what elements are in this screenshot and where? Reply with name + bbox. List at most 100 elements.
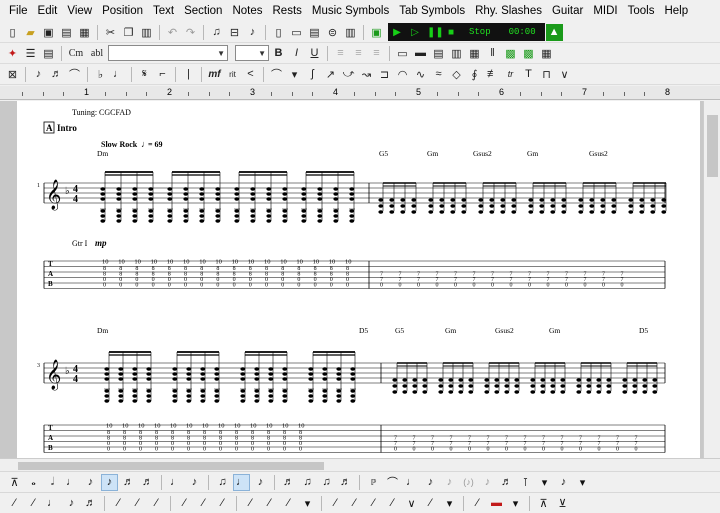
font-family-select[interactable]: ▼ — [108, 45, 228, 61]
slash-ghost-icon[interactable]: ⁄ — [346, 495, 363, 512]
double-beam-icon[interactable]: ♬ — [337, 474, 354, 491]
save-icon[interactable]: ▣ — [40, 24, 57, 41]
layout-icon[interactable]: ▤ — [430, 45, 447, 62]
underline-button[interactable]: U — [306, 45, 323, 62]
dotted-slash-eighth-icon[interactable]: ⁄ — [129, 495, 146, 512]
copy-icon[interactable]: ❐ — [120, 24, 137, 41]
pickup-icon[interactable]: ℙ — [365, 474, 382, 491]
chord-name-button[interactable]: Cm — [66, 45, 86, 62]
score-workspace[interactable]: Tuning: CGCFAD A Intro Slow Rock ♩ = 69 … — [0, 101, 703, 458]
multitrack-icon[interactable]: ▣ — [368, 24, 385, 41]
accidental-icon[interactable]: ♭ — [92, 66, 109, 83]
menu-tools[interactable]: Tools — [623, 0, 660, 22]
slash-beam-down-icon[interactable]: ⁄ — [261, 495, 278, 512]
mixer-icon[interactable]: ▩ — [520, 45, 537, 62]
page-layout-icon[interactable]: ▥ — [448, 45, 465, 62]
slash-mute-icon[interactable]: ∕ — [384, 495, 401, 512]
slash-chord-icon[interactable]: ⁄ — [365, 495, 382, 512]
slash-eighth-icon[interactable]: ♪ — [63, 495, 80, 512]
rhythm-down-icon[interactable]: ⁄ — [195, 495, 212, 512]
wide-vibrato-icon[interactable]: ≈ — [430, 66, 447, 83]
staccato-icon[interactable]: ▾ — [286, 66, 303, 83]
lyric-text-button[interactable]: abl — [87, 45, 107, 62]
hammer-on-icon[interactable]: ⤻ — [340, 66, 357, 83]
menu-rests[interactable]: Rests — [268, 0, 307, 22]
pick-stroke-icon[interactable]: ∮ — [466, 66, 483, 83]
cut-icon[interactable]: ✂ — [102, 24, 119, 41]
rest-toggle-icon[interactable]: ⊼ — [6, 474, 23, 491]
dotted-quarter-icon[interactable]: ♩ — [167, 474, 184, 491]
grace-slash-icon[interactable]: ♪ — [479, 474, 496, 491]
dotted-eighth-icon[interactable]: ♪ — [186, 474, 203, 491]
list-icon[interactable]: ☰ — [22, 45, 39, 62]
chord-icon[interactable]: ♬ — [498, 474, 515, 491]
voice-down-icon[interactable]: ⊻ — [554, 495, 571, 512]
insert-system-icon[interactable]: ▬ — [412, 45, 429, 62]
chord-diagram-icon[interactable]: ▦ — [538, 45, 555, 62]
print-icon[interactable]: ▦ — [76, 24, 93, 41]
guitar-icon[interactable]: ♪ — [244, 24, 261, 41]
insert-staff-icon[interactable]: ▭ — [394, 45, 411, 62]
voice-up-icon[interactable]: ⊼ — [535, 495, 552, 512]
rhythm-up-icon[interactable]: ⁄ — [176, 495, 193, 512]
tremolo-icon[interactable]: ≢ — [484, 66, 501, 83]
new-file-icon[interactable]: ▯ — [4, 24, 21, 41]
stop-icon[interactable]: ■ — [445, 27, 457, 38]
slash-beam-icon[interactable]: ⁄ — [242, 495, 259, 512]
segno-icon[interactable]: 𝄋 — [136, 66, 153, 83]
slash-cue-icon[interactable]: ⁄ — [327, 495, 344, 512]
slash-chord-icon[interactable]: ♬ — [280, 474, 297, 491]
bold-button[interactable]: B — [270, 45, 287, 62]
score-notation[interactable]: Tuning: CGCFAD A Intro Slow Rock ♩ = 69 … — [17, 101, 700, 458]
eighth-note-selected-icon[interactable]: ♪ — [101, 473, 118, 491]
midi-keyboard-icon[interactable]: ▥ — [342, 24, 359, 41]
barline-single-icon[interactable]: | — [180, 66, 197, 83]
cue-note-icon[interactable]: ⌒ — [384, 474, 401, 491]
vibrato-icon[interactable]: ∿ — [412, 66, 429, 83]
menu-help[interactable]: Help — [659, 0, 693, 22]
fermata-icon[interactable]: ⌒ — [268, 66, 285, 83]
slash-flag2-icon[interactable]: ⁄ — [469, 495, 486, 512]
rhythm-rest-icon[interactable]: ⁄ — [214, 495, 231, 512]
eighth-note-icon[interactable]: ♪ — [82, 474, 99, 491]
loop-icon[interactable]: ▲ — [545, 23, 563, 41]
ruler[interactable]: 1 2 3 4 5 6 7 8 — [0, 86, 720, 100]
menu-section[interactable]: Section — [179, 0, 227, 22]
play-from-start-icon[interactable]: ▷ — [409, 27, 421, 38]
flag-icon[interactable]: ♪ — [555, 474, 572, 491]
single-note-icon[interactable]: ♪ — [422, 474, 439, 491]
harmonic-icon[interactable]: ◇ — [448, 66, 465, 83]
vertical-scrollbar[interactable] — [703, 101, 720, 458]
menu-view[interactable]: View — [62, 0, 97, 22]
document-icon[interactable]: ▤ — [40, 45, 57, 62]
tuplet-icon[interactable]: ♫ — [299, 474, 316, 491]
horizontal-scroll-thumb[interactable] — [18, 462, 324, 470]
align-left-icon[interactable]: ≡ — [332, 45, 349, 62]
undo-icon[interactable]: ↶ — [164, 24, 181, 41]
drum-icon[interactable]: ⊜ — [324, 24, 341, 41]
menu-rhy-slashes[interactable]: Rhy. Slashes — [470, 0, 547, 22]
italic-button[interactable]: I — [288, 45, 305, 62]
menu-notes[interactable]: Notes — [227, 0, 267, 22]
barline-icon[interactable]: ‖ — [484, 45, 501, 62]
accent-icon[interactable]: ʃ — [304, 66, 321, 83]
dotted-note-icon[interactable]: ♩ — [110, 66, 127, 83]
score-page[interactable]: Tuning: CGCFAD A Intro Slow Rock ♩ = 69 … — [17, 101, 700, 458]
pull-off-icon[interactable]: ◠ — [394, 66, 411, 83]
quarter-rest-icon[interactable]: ♩ — [403, 474, 420, 491]
slash-triplet-icon[interactable]: ⁄ — [280, 495, 297, 512]
menu-music-symbols[interactable]: Music Symbols — [307, 0, 394, 22]
menu-position[interactable]: Position — [97, 0, 148, 22]
slash-quarter-icon[interactable]: ♩ — [44, 495, 61, 512]
slash-whole-icon[interactable]: ⁄ — [6, 495, 23, 512]
quarter-note-icon[interactable]: ♩ — [63, 474, 80, 491]
fill-color-icon[interactable]: ▬ — [488, 495, 505, 512]
vertical-scroll-thumb[interactable] — [707, 115, 718, 177]
whole-note-icon[interactable]: 𝅝 — [25, 474, 42, 491]
slash-sixteenth-icon[interactable]: ♬ — [82, 495, 99, 512]
open-folder-icon[interactable]: ▰ — [22, 24, 39, 41]
slash-flag-icon[interactable]: ▾ — [441, 495, 458, 512]
menu-text[interactable]: Text — [148, 0, 179, 22]
menu-guitar[interactable]: Guitar — [547, 0, 588, 22]
slash-muted-icon[interactable]: ∨ — [403, 495, 420, 512]
